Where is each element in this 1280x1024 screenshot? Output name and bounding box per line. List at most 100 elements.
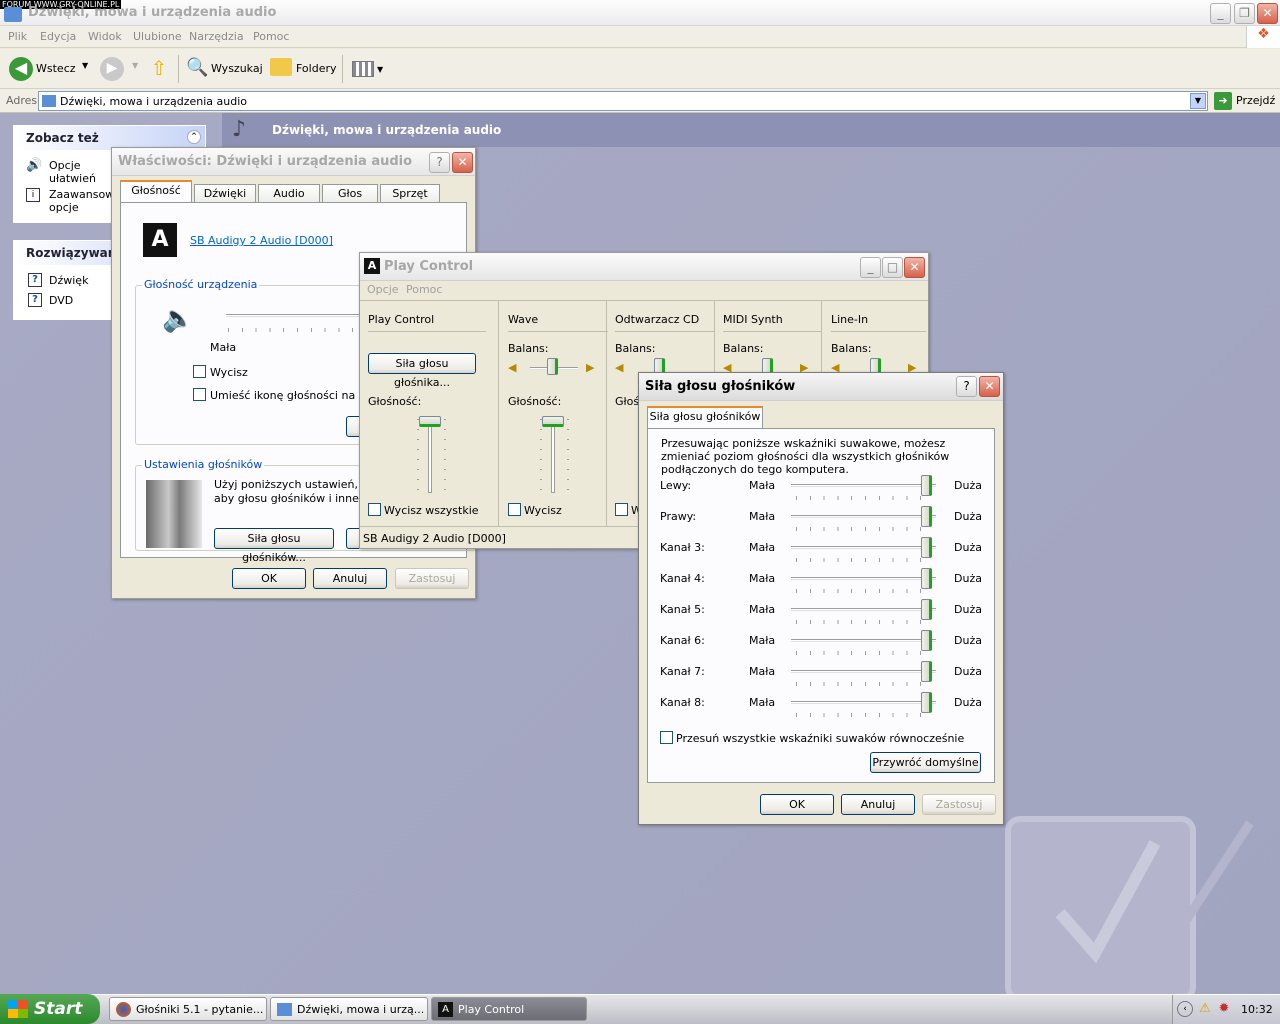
close-button[interactable]: ✕ xyxy=(452,152,473,173)
show-hidden-icon[interactable]: ‹ xyxy=(1177,1001,1193,1017)
minimize-button[interactable]: _ xyxy=(1210,3,1231,24)
see-also-item[interactable]: Zaawansowane opcje głośności xyxy=(49,188,111,214)
tray-icon-checkbox[interactable] xyxy=(193,388,206,401)
balance-slider[interactable] xyxy=(547,358,558,375)
minimize-button[interactable]: _ xyxy=(860,257,881,278)
tab-audio[interactable]: Audio xyxy=(258,184,320,204)
ok-button[interactable]: OK xyxy=(232,568,306,589)
taskbar-item[interactable]: A Play Control xyxy=(431,997,587,1021)
troubleshoot-item[interactable]: DVD xyxy=(49,294,73,307)
forward-arrow-icon[interactable]: ▶ xyxy=(100,57,124,81)
mute-label: Wycisz xyxy=(210,366,248,379)
menu-help[interactable]: Pomoc xyxy=(406,283,442,296)
channel-track[interactable] xyxy=(791,701,936,704)
mute-all-checkbox[interactable] xyxy=(368,503,381,516)
mute-checkbox[interactable] xyxy=(615,503,628,516)
master-volume-track[interactable] xyxy=(428,417,432,493)
channel-slider[interactable] xyxy=(921,568,932,589)
channel-track[interactable] xyxy=(791,577,936,580)
network-icon[interactable]: ✹ xyxy=(1216,1001,1232,1017)
wave-volume-track[interactable] xyxy=(551,417,555,493)
channel-slider[interactable] xyxy=(921,599,932,620)
address-dropdown-icon[interactable]: ▼ xyxy=(1190,93,1206,109)
go-button[interactable]: Przejdź xyxy=(1236,94,1275,107)
folder-icon xyxy=(4,7,22,22)
volume-label: Głoś xyxy=(615,395,640,408)
views-icon[interactable] xyxy=(352,61,374,77)
master-volume-slider[interactable] xyxy=(419,416,441,427)
taskbar-item[interactable]: Głośniki 5.1 - pytanie... xyxy=(109,997,267,1021)
tab-volume[interactable]: Głośność xyxy=(120,180,192,202)
cancel-button[interactable]: Anuluj xyxy=(841,794,915,815)
channel-slider[interactable] xyxy=(921,661,932,682)
search-icon[interactable]: 🔍 xyxy=(186,57,208,78)
menu-options[interactable]: Opcje xyxy=(367,283,399,296)
see-also-title: Zobacz też xyxy=(26,131,99,145)
menu-view[interactable]: Widok xyxy=(88,30,122,43)
back-button[interactable]: Wstecz xyxy=(36,62,76,75)
speaker-volume-button[interactable]: Siła głosu głośników... xyxy=(214,528,334,564)
channel-track[interactable] xyxy=(791,670,936,673)
channel-track[interactable] xyxy=(791,546,936,549)
channel-slider[interactable] xyxy=(921,475,932,496)
mute-checkbox[interactable] xyxy=(193,365,206,378)
help-button[interactable]: ? xyxy=(956,376,977,397)
menu-favorites[interactable]: Ulubione xyxy=(133,30,182,43)
device-name[interactable]: SB Audigy 2 Audio [D000] xyxy=(190,234,333,247)
mute-checkbox[interactable] xyxy=(508,503,521,516)
close-button[interactable]: ✕ xyxy=(1257,3,1278,24)
security-alert-icon[interactable]: ⚠ xyxy=(1197,1001,1213,1017)
balance-label: Balans: xyxy=(615,342,656,355)
help-button[interactable]: ? xyxy=(429,152,450,173)
menu-help[interactable]: Pomoc xyxy=(253,30,289,43)
see-also-item[interactable]: Opcje ułatwień dla dźwięk xyxy=(49,159,109,185)
device-volume-label: Głośność urządzenia xyxy=(142,278,260,291)
start-button[interactable]: Start xyxy=(0,994,100,1024)
channel-track[interactable] xyxy=(791,484,936,487)
channel-high-label: Duża xyxy=(954,479,982,492)
channel-slider[interactable] xyxy=(921,537,932,558)
toolbar-separator xyxy=(342,55,343,83)
tab-hardware[interactable]: Sprzęt xyxy=(380,184,440,204)
speaker-volume-button[interactable]: Siła głosu głośnika... xyxy=(368,353,476,389)
address-field[interactable]: Dźwięki, mowa i urządzenia audio ▼ xyxy=(38,91,1208,111)
close-button[interactable]: ✕ xyxy=(979,376,1000,397)
forward-dropdown-icon[interactable]: ▼ xyxy=(132,61,138,70)
channel-high-label: Duża xyxy=(954,696,982,709)
taskbar-item[interactable]: Dźwięki, mowa i urzą... xyxy=(270,997,428,1021)
column-divider xyxy=(723,331,821,332)
back-arrow-icon[interactable]: ◀ xyxy=(9,57,33,81)
cancel-button[interactable]: Anuluj xyxy=(313,568,387,589)
channel-track[interactable] xyxy=(791,639,936,642)
collapse-icon[interactable]: ⌃ xyxy=(187,130,201,144)
close-button[interactable]: ✕ xyxy=(904,257,925,278)
folders-icon[interactable] xyxy=(270,58,292,76)
menu-edit[interactable]: Edycja xyxy=(40,30,76,43)
maximize-button[interactable]: ❐ xyxy=(1234,3,1255,24)
up-folder-icon[interactable]: ⇧ xyxy=(148,56,170,80)
menu-tools[interactable]: Narzędzia xyxy=(189,30,244,43)
ok-button[interactable]: OK xyxy=(760,794,834,815)
menu-file[interactable]: Plik xyxy=(8,30,27,43)
audigy-logo-icon: A xyxy=(438,1002,453,1017)
views-dropdown-icon[interactable]: ▼ xyxy=(377,65,383,74)
wave-volume-slider[interactable] xyxy=(542,416,564,427)
channel-slider[interactable] xyxy=(921,630,932,651)
back-dropdown-icon[interactable]: ▼ xyxy=(82,61,88,70)
channel-slider[interactable] xyxy=(921,506,932,527)
search-button[interactable]: Wyszukaj xyxy=(211,62,263,75)
channel-track[interactable] xyxy=(791,608,936,611)
channel-slider[interactable] xyxy=(921,692,932,713)
channel-track[interactable] xyxy=(791,515,936,518)
restore-defaults-button[interactable]: Przywróć domyślne xyxy=(870,752,981,773)
go-arrow-icon[interactable]: ➜ xyxy=(1214,92,1232,110)
master-volume-ticks xyxy=(444,419,446,491)
tab-speaker-volume[interactable]: Siła głosu głośników xyxy=(647,406,763,428)
tab-sounds[interactable]: Dźwięki xyxy=(194,184,256,204)
folders-button[interactable]: Foldery xyxy=(296,62,337,75)
troubleshoot-item[interactable]: Dźwięk xyxy=(49,274,88,287)
maximize-button[interactable]: □ xyxy=(882,257,903,278)
apply-button: Zastosuj xyxy=(395,568,469,589)
move-all-checkbox[interactable] xyxy=(660,731,673,744)
tab-voice[interactable]: Głos xyxy=(322,184,378,204)
